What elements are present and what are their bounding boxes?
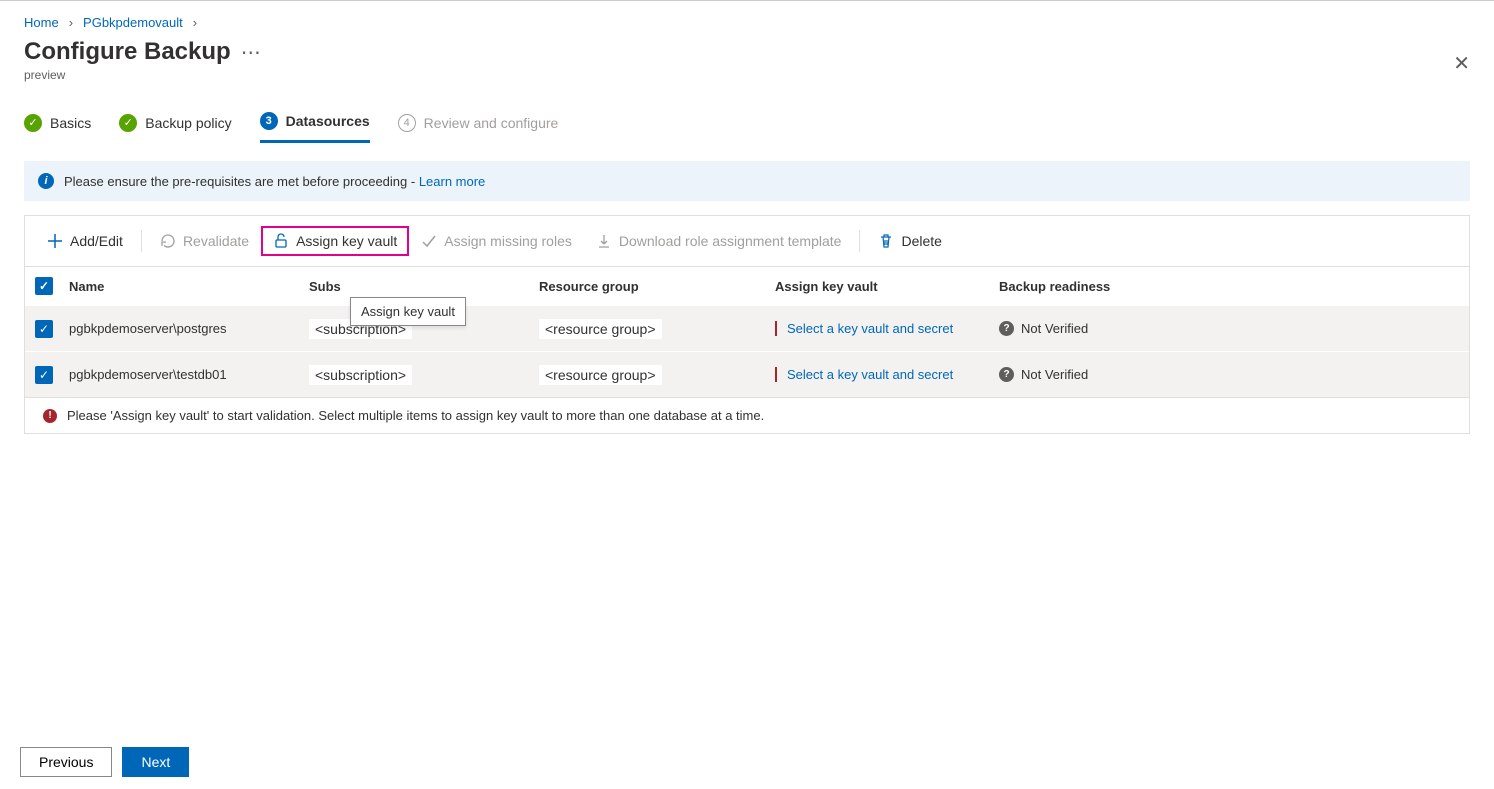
- button-label: Assign key vault: [296, 233, 397, 249]
- refresh-icon: [160, 233, 176, 249]
- info-banner: i Please ensure the pre-requisites are m…: [24, 161, 1470, 201]
- tab-label: Datasources: [286, 113, 370, 129]
- validation-text: Please 'Assign key vault' to start valid…: [67, 408, 764, 423]
- button-label: Download role assignment template: [619, 233, 842, 249]
- column-header-assign-key-vault[interactable]: Assign key vault: [775, 279, 999, 294]
- table-row[interactable]: ✓ pgbkpdemoserver\postgres <subscription…: [25, 305, 1469, 351]
- help-icon: ?: [999, 367, 1014, 382]
- close-icon[interactable]: ✕: [1453, 51, 1470, 76]
- plus-icon: [47, 233, 63, 249]
- row-checkbox[interactable]: ✓: [35, 366, 53, 384]
- error-icon: !: [43, 409, 57, 423]
- cell-name: pgbkpdemoserver\testdb01: [69, 367, 309, 382]
- step-number-icon: 3: [260, 112, 278, 130]
- tab-label: Review and configure: [424, 115, 559, 131]
- cell-resource-group: <resource group>: [539, 319, 662, 339]
- check-circle-icon: ✓: [119, 114, 137, 132]
- tab-label: Basics: [50, 115, 91, 131]
- chevron-right-icon: ›: [69, 15, 73, 30]
- cell-name: pgbkpdemoserver\postgres: [69, 321, 309, 336]
- breadcrumb: Home › PGbkpdemovault ›: [0, 1, 1494, 34]
- button-label: Assign missing roles: [444, 233, 572, 249]
- assign-key-vault-button[interactable]: Assign key vault: [261, 226, 409, 256]
- column-header-backup-readiness[interactable]: Backup readiness: [999, 279, 1459, 294]
- learn-more-link[interactable]: Learn more: [419, 174, 485, 189]
- tab-backup-policy[interactable]: ✓ Backup policy: [119, 106, 231, 143]
- validation-message: ! Please 'Assign key vault' to start val…: [24, 398, 1470, 434]
- tab-basics[interactable]: ✓ Basics: [24, 106, 91, 143]
- row-checkbox[interactable]: ✓: [35, 320, 53, 338]
- column-header-resource-group[interactable]: Resource group: [539, 279, 775, 294]
- checkmark-icon: [421, 233, 437, 249]
- chevron-right-icon: ›: [193, 15, 197, 30]
- delete-button[interactable]: Delete: [866, 226, 953, 256]
- tooltip: Assign key vault: [350, 297, 466, 326]
- tab-label: Backup policy: [145, 115, 231, 131]
- trash-icon: [878, 233, 894, 249]
- cell-subscription: <subscription>: [309, 365, 412, 385]
- step-number-icon: 4: [398, 114, 416, 132]
- download-icon: [596, 233, 612, 249]
- check-circle-icon: ✓: [24, 114, 42, 132]
- select-key-vault-link[interactable]: Select a key vault and secret: [775, 321, 953, 336]
- cell-resource-group: <resource group>: [539, 365, 662, 385]
- download-template-button: Download role assignment template: [584, 226, 854, 256]
- assign-missing-roles-button: Assign missing roles: [409, 226, 584, 256]
- page-subtitle: preview: [0, 66, 1494, 96]
- cell-readiness: Not Verified: [1021, 321, 1088, 336]
- tab-datasources[interactable]: 3 Datasources: [260, 106, 370, 143]
- previous-button[interactable]: Previous: [20, 747, 112, 777]
- column-header-name[interactable]: Name: [69, 279, 309, 294]
- lock-icon: [273, 233, 289, 249]
- button-label: Delete: [901, 233, 941, 249]
- column-header-subscription[interactable]: Subs: [309, 279, 539, 294]
- info-icon: i: [38, 173, 54, 189]
- breadcrumb-vault[interactable]: PGbkpdemovault: [83, 15, 183, 30]
- tab-review-configure: 4 Review and configure: [398, 106, 559, 143]
- page-title: Configure Backup: [24, 38, 231, 66]
- cell-readiness: Not Verified: [1021, 367, 1088, 382]
- select-all-checkbox[interactable]: ✓: [35, 277, 53, 295]
- help-icon: ?: [999, 321, 1014, 336]
- more-icon[interactable]: ⋯: [241, 40, 263, 65]
- select-key-vault-link[interactable]: Select a key vault and secret: [775, 367, 953, 382]
- table-row[interactable]: ✓ pgbkpdemoserver\testdb01 <subscription…: [25, 351, 1469, 397]
- add-edit-button[interactable]: Add/Edit: [35, 226, 135, 256]
- banner-text: Please ensure the pre-requisites are met…: [64, 174, 419, 189]
- breadcrumb-home[interactable]: Home: [24, 15, 59, 30]
- button-label: Revalidate: [183, 233, 249, 249]
- next-button[interactable]: Next: [122, 747, 189, 777]
- revalidate-button: Revalidate: [148, 226, 261, 256]
- table-header-row: ✓ Name Subs Resource group Assign key va…: [25, 267, 1469, 305]
- button-label: Add/Edit: [70, 233, 123, 249]
